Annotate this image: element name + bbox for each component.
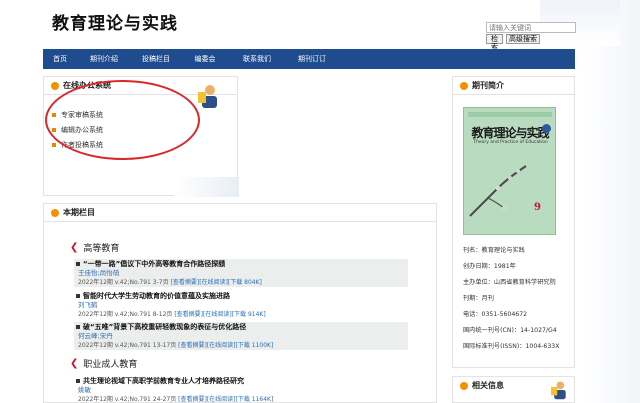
bullet-circle-icon [51, 209, 59, 217]
article-item: 破“五唯”背景下高校重研轻教现象的表征与优化路径 何云峰;宋丹 2022年12期… [74, 322, 408, 350]
article-item: “一带一路”倡议下中外高等教育合作路径探赜 王佳怡;尚怡萌 2022年12期 v… [74, 259, 408, 287]
site-title: 教育理论与实践 [52, 14, 178, 34]
search-input[interactable] [486, 22, 576, 33]
panel-title: 本期栏目 [63, 208, 95, 217]
cover-top-band [468, 112, 552, 117]
article-links[interactable]: [查看摘要][在线阅读][下载 914K] [174, 311, 265, 318]
bullet-circle-icon [51, 82, 59, 90]
cover-issue-number: 9 [534, 202, 541, 213]
red-annotation-circle [45, 80, 200, 160]
info-issn: 国际标准刊号(ISSN)：1004-633X [463, 343, 560, 350]
nav-item-journal-intro[interactable]: 期刊介绍 [77, 49, 131, 69]
cover-title: 教育理论与实践 [471, 126, 549, 140]
emblem-icon [542, 124, 551, 133]
category-heading: ❮ 职业成人教育 [70, 358, 138, 370]
panel-title: 相关信息 [472, 381, 504, 390]
nav-item-editorial-board[interactable]: 编委会 [181, 49, 229, 69]
category-arrow-icon: ❮ [70, 358, 79, 369]
page-right-background [582, 0, 640, 403]
category-heading: ❮ 高等教育 [70, 242, 120, 254]
info-frequency: 刊期：月刊 [463, 295, 494, 302]
bullet-square-icon [52, 142, 56, 147]
panel-header: 期刊简介 [453, 77, 574, 95]
info-phone: 电话：0351-5604672 [463, 311, 528, 318]
article-links[interactable]: [查看摘要][在线阅读][下载 1100K] [178, 342, 273, 349]
nav-item-contact[interactable]: 联系我们 [229, 49, 285, 69]
user-avatar-icon [198, 85, 217, 108]
bullet-circle-icon [460, 382, 468, 390]
article-meta: 2022年12期 v.42;No.791 24-27页 [查看摘要][在线阅读]… [78, 396, 274, 403]
plum-branch-icon [469, 165, 527, 217]
main-nav: 首页 期刊介绍 投稿栏目 编委会 联系我们 期刊订订 [43, 49, 575, 69]
info-journal-name: 刊名：教育理论与实践 [463, 247, 525, 254]
category-arrow-icon: ❮ [70, 242, 79, 253]
article-title[interactable]: 共生理论视域下高职学前教育专业人才培养路径研究 [74, 376, 408, 386]
panel-header: 本期栏目 [44, 204, 436, 222]
article-authors[interactable]: 王佳怡;尚怡萌 [74, 269, 408, 278]
article-authors[interactable]: 刘飞鹤 [74, 301, 408, 310]
article-authors[interactable]: 姚敏 [74, 386, 408, 395]
search-button[interactable]: 检索 [486, 34, 503, 51]
panel-corner-decoration [174, 177, 239, 197]
bullet-circle-icon [460, 82, 468, 90]
article-title[interactable]: 破“五唯”背景下高校重研轻教现象的表征与优化路径 [74, 322, 408, 332]
article-title[interactable]: “一带一路”倡议下中外高等教育合作路径探赜 [74, 259, 408, 269]
article-item: 共生理论视域下高职学前教育专业人才培养路径研究 姚敏 2022年12期 v.42… [74, 376, 408, 403]
info-cn-number: 国内统一刊号(CN)：14-1027/G4 [463, 327, 557, 334]
related-info-panel: 相关信息 [452, 376, 575, 403]
user-avatar-icon [551, 381, 566, 400]
article-item: 智能时代大学生劳动教育的价值意蕴及实施进路 刘飞鹤 2022年12期 v.42;… [74, 291, 408, 319]
nav-item-submission-columns[interactable]: 投稿栏目 [131, 49, 181, 69]
info-sponsor: 主办单位：山西省教育科学研究院 [463, 279, 556, 286]
nav-item-subscription[interactable]: 期刊订订 [285, 49, 339, 69]
article-links[interactable]: [查看摘要][在线阅读][下载 804K] [171, 279, 262, 286]
article-links[interactable]: [查看摘要][在线阅读][下载 1164K] [178, 396, 273, 403]
advanced-search-button[interactable]: 高级搜索 [506, 34, 540, 44]
article-meta: 2022年12期 v.42;No.791 13-17页 [查看摘要][在线阅读]… [78, 342, 274, 349]
site-header: 教育理论与实践 检索 高级搜索 [40, 0, 620, 51]
nav-item-home[interactable]: 首页 [43, 49, 77, 69]
article-title[interactable]: 智能时代大学生劳动教育的价值意蕴及实施进路 [74, 291, 408, 301]
cover-subtitle: Theory and Practice of Education [473, 140, 548, 145]
info-founded-date: 创办日期：1981年 [463, 263, 516, 270]
article-meta: 2022年12期 v.42;No.791 3-7页 [查看摘要][在线阅读][下… [78, 279, 262, 286]
panel-title: 期刊简介 [472, 81, 504, 90]
article-meta: 2022年12期 v.42;No.791 8-12页 [查看摘要][在线阅读][… [78, 311, 266, 318]
article-authors[interactable]: 何云峰;宋丹 [74, 332, 408, 341]
journal-cover-image[interactable]: 教育理论与实践 Theory and Practice of Education… [463, 107, 556, 235]
journal-intro-panel: 期刊简介 教育理论与实践 Theory and Practice of Educ… [452, 76, 575, 368]
journal-info-list: 刊名：教育理论与实践 创办日期：1981年 主办单位：山西省教育科学研究院 刊期… [463, 243, 559, 355]
